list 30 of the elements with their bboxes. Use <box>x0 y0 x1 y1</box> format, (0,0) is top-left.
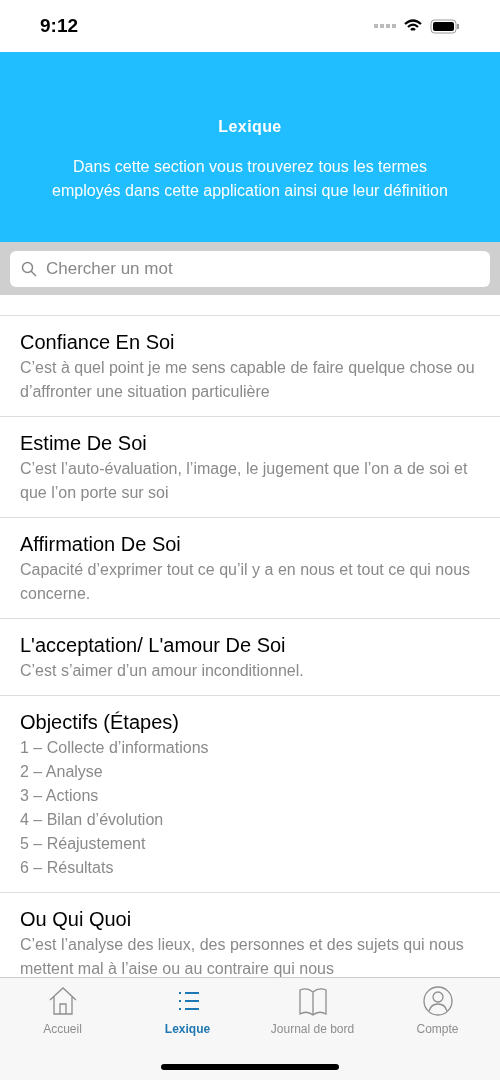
term-definition: C’est l’analyse des lieux, des personnes et des sujets qui nous mettent mal à l’aise ou au contraire qui nous <box>20 935 465 977</box>
user-icon <box>420 984 455 1018</box>
battery-icon <box>430 18 460 34</box>
search-field[interactable]: Chercher un mot <box>10 250 490 287</box>
step-item: 4 – Bilan d’évolution <box>20 810 165 830</box>
signal-icon <box>374 23 396 29</box>
step-item: 5 – Réajustement <box>20 834 147 854</box>
header-subtitle: Dans cette section vous trouverez tous les termes employés dans cette application ainsi que leur définition <box>51 157 449 201</box>
header-title: Lexique <box>218 117 282 137</box>
term-title: Confiance En Soi <box>20 330 176 355</box>
term-title: Ou Qui Quoi <box>20 907 133 932</box>
status-time: 9:12 <box>40 13 79 38</box>
wifi-icon <box>404 19 422 33</box>
step-item: 6 – Résultats <box>20 858 115 878</box>
term-title: Objectifs (Étapes) <box>20 710 180 735</box>
term-definition: C’est s’aimer d’un amour inconditionnel. <box>20 661 305 681</box>
term-title: Affirmation De Soi <box>20 532 182 557</box>
tab-item[interactable]: Accueil <box>0 978 125 1038</box>
tab-item[interactable]: Journal de bord <box>250 978 375 1038</box>
term-title: L'acceptation/ L'amour De Soi <box>20 633 287 658</box>
tab-item[interactable]: Lexique <box>125 978 250 1038</box>
term-definition: C’est l’auto-évaluation, l’image, le jugement que l’on a de soi et que l’on porte sur soi <box>20 459 469 503</box>
term-title: Estime De Soi <box>20 431 148 456</box>
step-item: 3 – Actions <box>20 786 100 806</box>
search-icon <box>21 260 37 277</box>
term-definition: Capacité d’exprimer tout ce qu’il y a en nous et tout ce qui nous concerne. <box>20 560 472 604</box>
step-item: 1 – Collecte d’informations <box>20 738 210 758</box>
term-definition: C’est à quel point je me sens capable de faire quelque chose ou d’affronter une situation particulière <box>20 358 476 402</box>
tab-item[interactable]: Compte <box>375 978 500 1038</box>
step-item: 2 – Analyse <box>20 762 104 782</box>
